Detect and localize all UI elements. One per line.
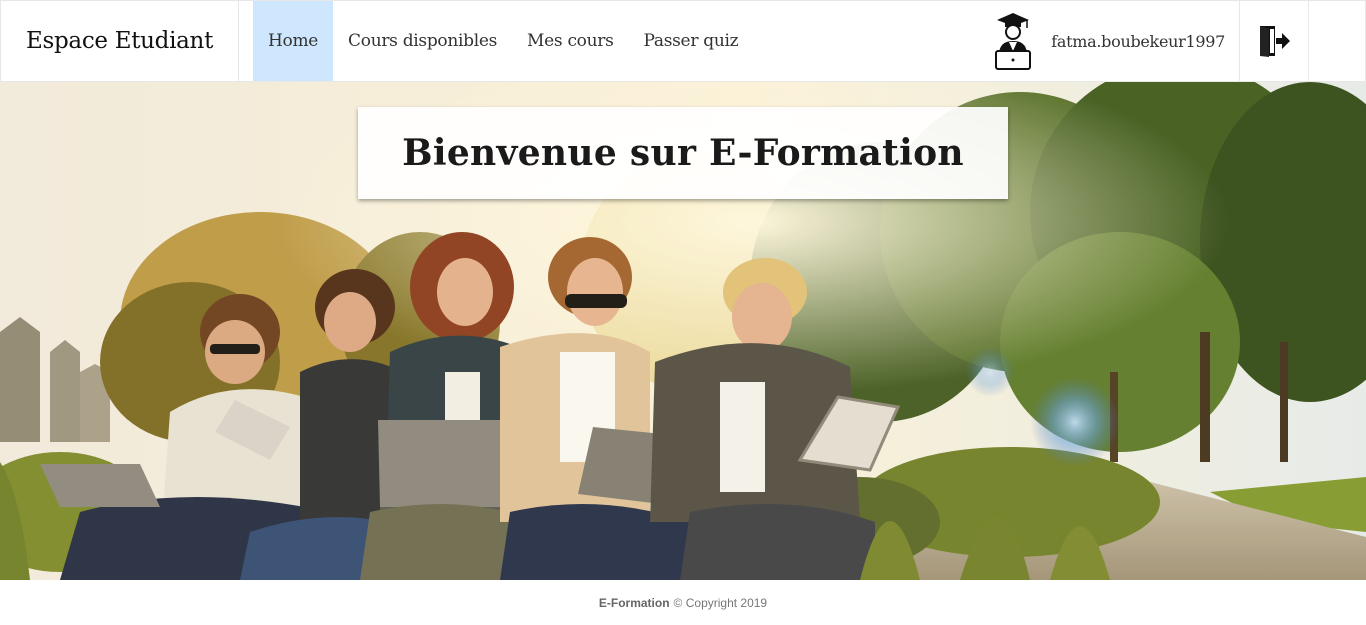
user-name: fatma.boubekeur1997 xyxy=(1051,31,1225,51)
graduate-student-laptop-icon xyxy=(995,13,1032,70)
welcome-banner: Bienvenue sur E-Formation xyxy=(358,107,1008,199)
nav-home[interactable]: Home xyxy=(253,1,334,81)
top-navbar: Espace Etudiant Home Cours disponibles M… xyxy=(0,0,1366,82)
hero-banner: Bienvenue sur E-Formation xyxy=(0,82,1366,580)
nav-mes-cours[interactable]: Mes cours xyxy=(512,1,628,81)
logout-door-icon xyxy=(1260,26,1290,57)
footer-copyright: © Copyright 2019 xyxy=(673,595,768,610)
nav-links: Home Cours disponibles Mes cours Passer … xyxy=(253,1,753,81)
footer: E-Formation © Copyright 2019 xyxy=(0,580,1366,625)
brand-title[interactable]: Espace Etudiant xyxy=(1,1,239,81)
user-profile[interactable]: fatma.boubekeur1997 xyxy=(993,1,1239,81)
logout-button[interactable] xyxy=(1239,1,1309,81)
footer-brand: E-Formation xyxy=(598,595,670,610)
nav-cours-disponibles[interactable]: Cours disponibles xyxy=(333,1,512,81)
nav-right: fatma.boubekeur1997 xyxy=(993,1,1365,81)
nav-passer-quiz[interactable]: Passer quiz xyxy=(629,1,754,81)
page-title: Bienvenue sur E-Formation xyxy=(402,132,964,174)
